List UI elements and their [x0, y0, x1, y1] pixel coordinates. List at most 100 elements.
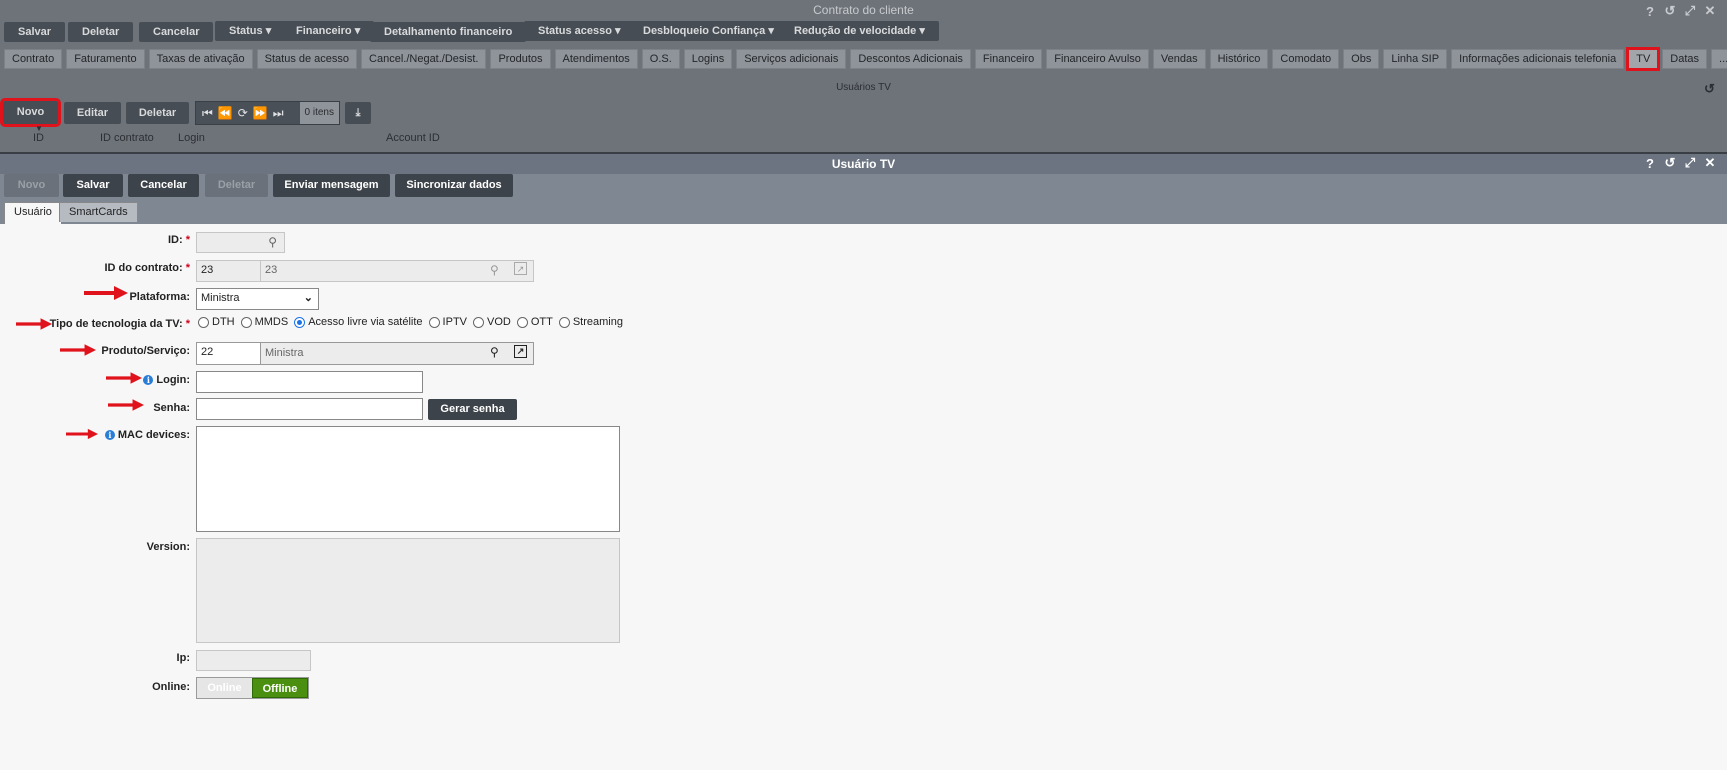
online-option[interactable]: Online	[197, 678, 252, 698]
tech-type-radio-group: DTH MMDS Acesso livre via satélite IPTV …	[198, 316, 629, 328]
radio-mmds[interactable]: MMDS	[240, 316, 288, 328]
grid-pager: ⏮ ⏪ ⟳ ⏩ ⏭ 0 itens	[195, 101, 340, 125]
financeiro-dropdown-button[interactable]: Financeiro ▾	[282, 21, 375, 41]
maximize-icon[interactable]: ⤢	[1683, 155, 1697, 170]
modal-new-button[interactable]: Novo	[4, 174, 59, 197]
password-input[interactable]	[196, 398, 423, 420]
column-header-id[interactable]: ID	[33, 132, 44, 144]
help-icon[interactable]: ?	[1643, 156, 1657, 171]
close-icon[interactable]: ✕	[1703, 3, 1717, 18]
search-icon[interactable]: ⚲	[490, 345, 499, 359]
tab-os[interactable]: O.S.	[641, 49, 680, 69]
tab-cancel-negat-desist[interactable]: Cancel./Negat./Desist.	[361, 49, 487, 69]
download-icon[interactable]: ⤓	[345, 102, 371, 124]
tech-type-label: Tipo de tecnologia da TV: *	[49, 318, 190, 330]
history-icon[interactable]: ↺	[1704, 81, 1715, 97]
platform-select[interactable]: Ministra ⌄	[196, 288, 319, 310]
online-toggle[interactable]: Online Offline	[196, 677, 309, 699]
required-mark: *	[185, 318, 190, 330]
contract-save-button[interactable]: Salvar	[4, 22, 66, 42]
reducao-velocidade-dropdown-button[interactable]: Redução de velocidade ▾	[780, 21, 939, 41]
required-mark: *	[185, 262, 190, 274]
modal-save-button[interactable]: Salvar	[63, 174, 123, 197]
column-header-account-id[interactable]: Account ID	[386, 132, 440, 144]
radio-vod[interactable]: VOD	[473, 316, 511, 328]
tab-descontos-adicionais[interactable]: Descontos Adicionais	[850, 49, 971, 69]
tab-servicos-adicionais[interactable]: Serviços adicionais	[736, 49, 847, 69]
tab-vendas[interactable]: Vendas	[1152, 49, 1206, 69]
product-id-field[interactable]: 22	[196, 342, 261, 365]
radio-streaming[interactable]: Streaming	[558, 316, 623, 328]
history-icon[interactable]: ↺	[1663, 3, 1677, 18]
refresh-icon[interactable]: ⟳	[238, 106, 248, 120]
contract-delete-button[interactable]: Deletar	[68, 22, 134, 42]
tab-tv[interactable]: TV	[1626, 47, 1661, 71]
prev-page-icon[interactable]: ⏪	[218, 106, 233, 120]
info-icon[interactable]: i	[143, 375, 154, 385]
tab-usuario[interactable]: Usuário	[4, 202, 62, 224]
info-icon[interactable]: i	[104, 430, 115, 440]
modal-cancel-button[interactable]: Cancelar	[128, 174, 199, 197]
contract-id-field[interactable]: 23	[196, 260, 261, 282]
grid-edit-button[interactable]: Editar	[64, 102, 121, 124]
send-message-button[interactable]: Enviar mensagem	[273, 174, 390, 197]
tab-financeiro[interactable]: Financeiro	[974, 49, 1043, 69]
sync-data-button[interactable]: Sincronizar dados	[395, 174, 513, 197]
version-label: Version:	[146, 541, 190, 553]
first-page-icon[interactable]: ⏮	[202, 106, 213, 121]
product-description: Ministra	[265, 347, 304, 359]
radio-iptv[interactable]: IPTV	[428, 316, 467, 328]
history-icon[interactable]: ↺	[1663, 155, 1677, 170]
tab-status-acesso[interactable]: Status de acesso	[256, 49, 358, 69]
tab-contrato[interactable]: Contrato	[4, 49, 63, 69]
column-header-login[interactable]: Login	[178, 132, 205, 144]
search-icon[interactable]: ⚲	[490, 263, 499, 277]
desbloqueio-dropdown-button[interactable]: Desbloqueio Confiança ▾	[629, 21, 788, 41]
tab-produtos[interactable]: Produtos	[490, 49, 551, 69]
id-field[interactable]: ⚲	[196, 232, 285, 253]
contract-window-title: Contrato do cliente	[813, 3, 914, 17]
tab-info-adicionais-telefonia[interactable]: Informações adicionais telefonia	[1451, 49, 1625, 69]
grid-delete-button[interactable]: Deletar	[126, 102, 189, 124]
contract-description: 23	[265, 264, 278, 276]
caret-down-icon: ▾	[354, 25, 361, 37]
tab-more[interactable]: ...	[1711, 49, 1727, 69]
detalhamento-financeiro-button[interactable]: Detalhamento financeiro	[370, 22, 527, 42]
tab-comodato[interactable]: Comodato	[1272, 49, 1340, 69]
version-textarea	[196, 538, 620, 643]
open-external-icon[interactable]: ↗	[514, 262, 527, 275]
grid-title: Usuários TV	[836, 82, 891, 93]
offline-option[interactable]: Offline	[251, 678, 308, 698]
tab-smartcards[interactable]: SmartCards	[59, 202, 138, 222]
tab-datas[interactable]: Datas	[1662, 49, 1708, 69]
generate-password-button[interactable]: Gerar senha	[428, 399, 517, 420]
item-count: 0 itens	[299, 102, 339, 124]
mac-devices-textarea[interactable]	[196, 426, 620, 532]
tab-logins[interactable]: Logins	[683, 49, 733, 69]
close-icon[interactable]: ✕	[1703, 155, 1717, 170]
next-page-icon[interactable]: ⏩	[253, 106, 268, 120]
maximize-icon[interactable]: ⤢	[1683, 3, 1697, 18]
tab-taxas-ativacao[interactable]: Taxas de ativação	[148, 49, 253, 69]
column-header-id-contrato[interactable]: ID contrato	[100, 132, 154, 144]
radio-acesso-livre-satelite[interactable]: Acesso livre via satélite	[294, 316, 423, 328]
status-acesso-dropdown-button[interactable]: Status acesso ▾	[524, 21, 635, 41]
grid-new-button[interactable]: Novo	[0, 98, 61, 127]
tab-historico[interactable]: Histórico	[1209, 49, 1269, 69]
tab-financeiro-avulso[interactable]: Financeiro Avulso	[1046, 49, 1149, 69]
help-icon[interactable]: ?	[1643, 4, 1657, 19]
last-page-icon[interactable]: ⏭	[273, 106, 284, 121]
status-dropdown-button[interactable]: Status ▾	[215, 21, 286, 41]
open-external-icon[interactable]: ↗	[514, 345, 527, 358]
modal-delete-button[interactable]: Deletar	[205, 174, 268, 197]
contract-cancel-button[interactable]: Cancelar	[139, 22, 214, 42]
online-label: Online:	[152, 681, 190, 693]
radio-dth[interactable]: DTH	[198, 316, 235, 328]
tab-obs[interactable]: Obs	[1343, 49, 1380, 69]
radio-ott[interactable]: OTT	[516, 316, 553, 328]
tab-faturamento[interactable]: Faturamento	[66, 49, 145, 69]
login-input[interactable]	[196, 371, 423, 393]
tab-atendimentos[interactable]: Atendimentos	[554, 49, 638, 69]
tab-linha-sip[interactable]: Linha SIP	[1383, 49, 1448, 69]
search-icon[interactable]: ⚲	[268, 235, 277, 250]
